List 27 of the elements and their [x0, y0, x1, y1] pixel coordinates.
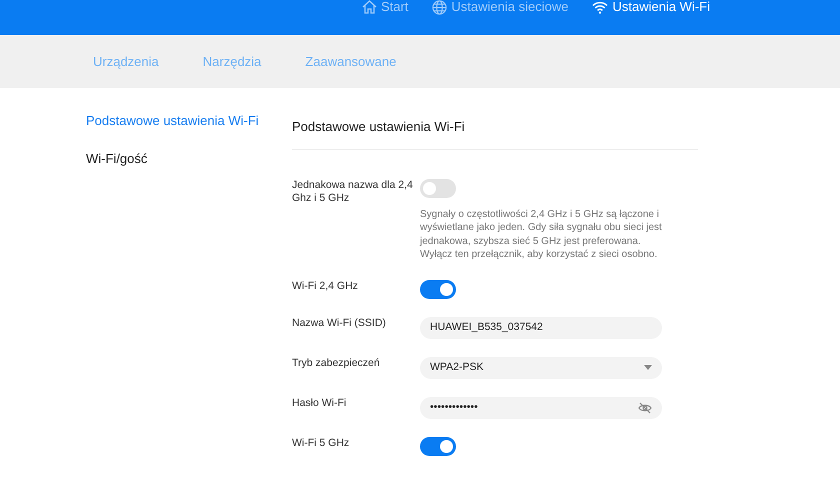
menu-tab[interactable]: Urządzenia [93, 52, 159, 72]
toggle-switch[interactable] [420, 436, 456, 456]
field-label: Hasło Wi-Fi [292, 396, 348, 410]
nav-tab[interactable]: Ustawienia Wi-Fi [592, 0, 710, 14]
help-text: Sygnały o częstotliwości 2,4 GHz i 5 GHz są łączone i wyświetlane jako jeden. Gdy siła sygnału obu sieci jest jednakowa, szybsza sieć 5 GHz jest preferowana. Wyłącz ten przełącznik, aby korzystać z sieci osobno. [420, 208, 662, 262]
field-label: Jednakowa nazwa dla 2,4 Ghz i 5 GHz [292, 178, 414, 206]
caret-icon [644, 365, 652, 370]
menu-tab[interactable]: Zaawansowane [305, 52, 396, 72]
wifi-icon [592, 0, 608, 14]
field-label: Tryb zabezpieczeń [292, 356, 381, 370]
menu-tab[interactable]: Narzędzia [202, 52, 262, 72]
field-label: Wi-Fi 5 GHz [292, 436, 350, 450]
sidebar-item[interactable]: Wi-Fi/gość [86, 148, 268, 168]
toggle-switch[interactable] [420, 280, 456, 298]
field-label: Nazwa Wi-Fi (SSID) [292, 316, 387, 330]
nav-tab[interactable]: Start [362, 0, 408, 14]
section-title: Podstawowe ustawienia Wi-Fi [292, 117, 698, 150]
nav-tab[interactable]: Ustawienia sieciowe [432, 0, 568, 14]
sidebar-item[interactable]: Podstawowe ustawienia Wi-Fi [86, 111, 268, 130]
input-field[interactable]: HUAWEI_B535_037542 [420, 316, 662, 338]
eye-slash-icon[interactable] [638, 402, 652, 414]
globe-icon [432, 0, 448, 14]
select-field[interactable]: WPA2-PSK [420, 356, 662, 378]
home-icon [362, 0, 377, 14]
password-field[interactable]: ••••••••••••• [420, 396, 662, 418]
field-label: Wi-Fi 2,4 GHz [292, 280, 359, 294]
toggle-switch[interactable] [420, 178, 456, 198]
